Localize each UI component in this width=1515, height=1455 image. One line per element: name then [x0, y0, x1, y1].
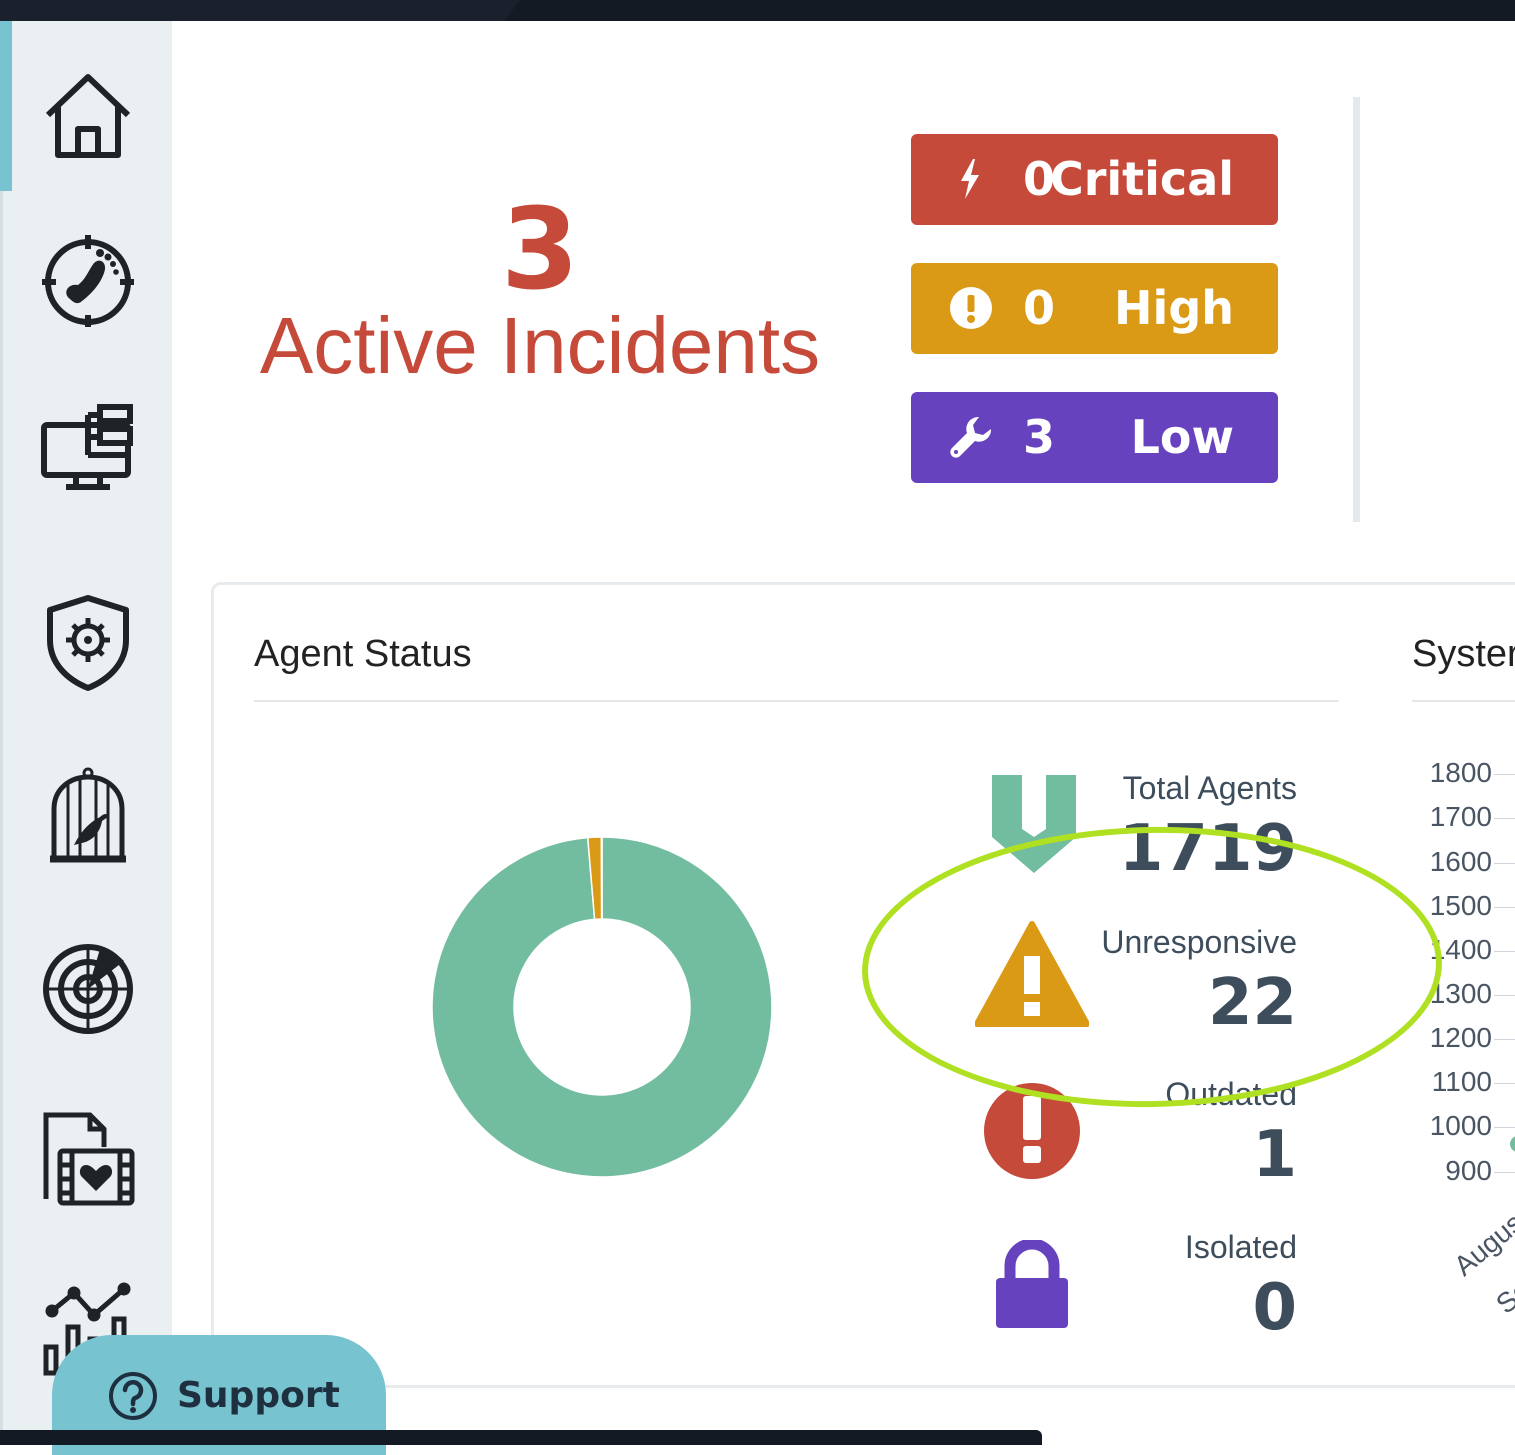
y-tick-label: 1800 — [1429, 757, 1492, 788]
agent-status-divider — [254, 700, 1339, 702]
critical-incidents-button[interactable]: 0 Critical — [911, 134, 1278, 225]
y-tick-label: 1200 — [1429, 1022, 1492, 1053]
system-chart-data-point — [1510, 1136, 1515, 1152]
total-agents-label: Total Agents — [1122, 770, 1297, 806]
sidebar-item-deception[interactable] — [32, 761, 144, 873]
high-label: High — [1114, 281, 1234, 335]
top-bar-tab — [0, 0, 520, 21]
computer-network-icon — [41, 404, 133, 490]
bolt-icon — [961, 159, 979, 199]
unresponsive-agents-value[interactable]: 22 — [1208, 966, 1297, 1040]
footprint-target-icon — [42, 235, 134, 327]
low-count: 3 — [1023, 410, 1056, 464]
y-tick-mark — [1494, 818, 1515, 819]
wrench-icon — [950, 416, 992, 458]
y-tick-mark — [1494, 863, 1515, 864]
outdated-agents-value[interactable]: 1 — [1252, 1118, 1297, 1192]
y-tick-label: 1100 — [1431, 1066, 1492, 1097]
y-tick-label: 1600 — [1429, 846, 1492, 877]
sidebar-item-home[interactable] — [32, 61, 144, 173]
exclamation-circle-icon — [984, 1083, 1080, 1179]
file-media-icon — [43, 1112, 135, 1206]
y-tick-label: 1300 — [1429, 978, 1492, 1009]
bird-cage-icon — [50, 767, 126, 863]
dashboard-card: Agent Status Syster — [211, 582, 1515, 1388]
active-incidents-summary[interactable]: 3 Active Incidents — [230, 190, 850, 388]
bottom-bar — [0, 1430, 1042, 1445]
high-count: 0 — [1023, 281, 1056, 335]
critical-label: Critical — [1049, 152, 1234, 206]
outdated-agents-label: Outdated — [1165, 1076, 1297, 1112]
sidebar-item-devices[interactable] — [32, 391, 144, 503]
system-chart-divider — [1412, 700, 1515, 702]
sidebar-active-indicator — [0, 21, 12, 191]
y-tick-mark — [1494, 774, 1515, 775]
sidebar — [0, 21, 172, 1445]
y-tick-mark — [1494, 1039, 1515, 1040]
y-tick-label: 1400 — [1429, 934, 1492, 965]
top-bar — [0, 0, 1515, 21]
radar-icon — [43, 944, 133, 1034]
header-divider — [1353, 97, 1360, 522]
question-circle-icon — [109, 1372, 157, 1420]
low-label: Low — [1130, 410, 1234, 464]
low-incidents-button[interactable]: 3 Low — [911, 392, 1278, 483]
isolated-agents-label: Isolated — [1184, 1229, 1297, 1265]
isolated-agents-value[interactable]: 0 — [1252, 1271, 1297, 1345]
agent-status-title: Agent Status — [254, 633, 472, 675]
exclamation-circle-icon — [950, 287, 992, 329]
active-incidents-count: 3 — [501, 185, 579, 315]
home-icon — [45, 74, 131, 158]
y-tick-mark — [1494, 1127, 1515, 1128]
donut-segment-outdated[interactable] — [600, 836, 603, 920]
y-tick-label: 1500 — [1429, 890, 1492, 921]
unresponsive-agents-label: Unresponsive — [1101, 924, 1297, 960]
y-tick-mark — [1494, 907, 1515, 908]
total-agents-value[interactable]: 1719 — [1119, 812, 1297, 886]
sidebar-border — [0, 21, 3, 1445]
y-tick-label: 1000 — [1429, 1110, 1492, 1141]
system-chart-title: Syster — [1412, 633, 1515, 675]
y-tick-mark — [1494, 951, 1515, 952]
support-label: Support — [177, 1375, 340, 1416]
sidebar-item-threat-hunting[interactable] — [32, 221, 144, 333]
y-tick-label: 900 — [1445, 1155, 1492, 1186]
y-tick-mark — [1494, 1172, 1515, 1173]
shield-virus-icon — [47, 595, 129, 691]
sidebar-item-monitoring[interactable] — [32, 931, 144, 1043]
y-tick-mark — [1494, 995, 1515, 996]
y-tick-label: 1700 — [1429, 801, 1492, 832]
warning-triangle-icon — [975, 921, 1089, 1027]
shield-icon — [992, 775, 1076, 873]
sidebar-item-files[interactable] — [32, 1101, 144, 1213]
active-incidents-label: Active Incidents — [259, 301, 821, 390]
lock-icon — [996, 1240, 1068, 1328]
high-incidents-button[interactable]: 0 High — [911, 263, 1278, 354]
agent-status-donut-chart[interactable] — [431, 836, 773, 1178]
sidebar-item-protection[interactable] — [32, 586, 144, 698]
y-tick-mark — [1494, 1083, 1515, 1084]
